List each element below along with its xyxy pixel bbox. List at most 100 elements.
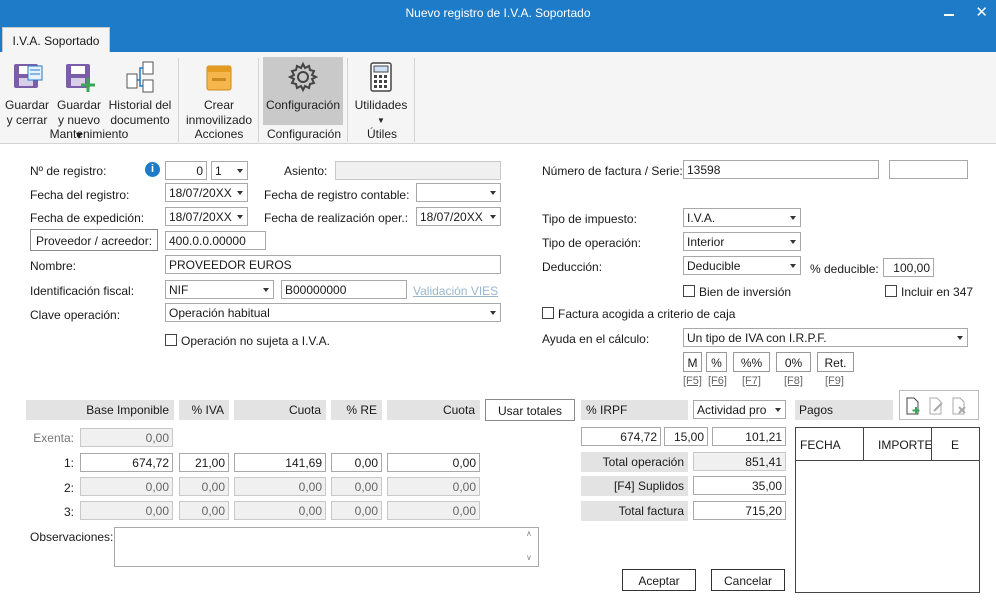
num-registro-input[interactable]: 0 (165, 161, 207, 180)
aceptar-button[interactable]: Aceptar (622, 569, 696, 591)
ayuda-calculo-select[interactable]: Un tipo de IVA con I.R.P.F. (683, 328, 968, 347)
proveedor-input[interactable]: 400.0.0.00000 (165, 231, 266, 250)
fecha-contable-label: Fecha de registro contable: (264, 188, 410, 202)
pct-iva-input[interactable]: 0,00 (179, 477, 229, 496)
calculator-icon (364, 60, 398, 94)
row-label: 3: (63, 505, 74, 519)
no-sujeta-checkbox[interactable] (165, 334, 177, 346)
observaciones-textarea[interactable] (114, 527, 539, 567)
base-imponible-input[interactable]: 0,00 (80, 477, 173, 496)
suplidos-input[interactable]: 35,00 (693, 476, 786, 495)
scroll-up-icon[interactable]: ∧ (526, 529, 532, 538)
pct-iva-input[interactable]: 0,00 (179, 501, 229, 520)
fecha-expedicion-value: 18/07/20XX (169, 210, 232, 224)
minimize-icon[interactable] (944, 4, 954, 16)
crear-inmovilizado-button[interactable]: Crear inmovilizado (184, 60, 254, 128)
edit-document-icon[interactable] (928, 397, 944, 415)
group-utiles: Útiles (366, 127, 397, 141)
save-new-icon (62, 60, 96, 94)
criterio-caja-checkbox[interactable] (542, 307, 554, 319)
irpf-cuota-input[interactable]: 101,21 (712, 427, 786, 446)
deduccion-select[interactable]: Deducible (683, 256, 801, 275)
tipo-impuesto-label: Tipo de impuesto: (542, 212, 637, 226)
actividad-select[interactable]: Actividad pro (693, 400, 786, 419)
guardar-cerrar-label-2: y cerrar (6, 113, 48, 127)
configuracion-button[interactable]: Configuración (263, 57, 343, 125)
fecha-realizacion-input[interactable]: 18/07/20XX (416, 207, 501, 226)
calc-ret-button[interactable]: Ret. (817, 352, 854, 372)
historial-documento-button[interactable]: Historial del documento (106, 60, 174, 128)
ribbon-separator (414, 58, 415, 142)
fecha-expedicion-label: Fecha de expedición: (30, 211, 145, 225)
configuracion-label: Configuración (265, 98, 341, 112)
fecha-realizacion-label: Fecha de realización oper.: (264, 211, 409, 225)
clave-operacion-select[interactable]: Operación habitual (165, 303, 501, 322)
irpf-base-input[interactable]: 674,72 (581, 427, 661, 446)
deduccion-value: Deducible (687, 259, 741, 273)
validacion-vies-link[interactable]: Validación VIES (413, 284, 498, 298)
incluir-347-checkbox[interactable] (885, 285, 897, 297)
calc-pct-button[interactable]: % (706, 352, 727, 372)
pagos-table[interactable]: FECHA IMPORTE E (795, 427, 980, 593)
usar-totales-button[interactable]: Usar totales (485, 399, 575, 421)
close-icon[interactable]: ✕ (975, 3, 988, 21)
chevron-down-icon (957, 336, 963, 340)
total-operacion-label: Total operación (581, 452, 688, 472)
chevron-down-icon (490, 191, 496, 195)
ident-value-input[interactable]: B00000000 (281, 280, 407, 299)
ribbon-separator (258, 58, 259, 142)
base-imponible-input[interactable]: 674,72 (80, 453, 173, 472)
cancelar-button[interactable]: Cancelar (711, 569, 785, 591)
pct-re-input[interactable]: 0,00 (331, 477, 382, 496)
pct-re-input[interactable]: 0,00 (331, 453, 382, 472)
ribbon-separator (178, 58, 179, 142)
cuota-re-input[interactable]: 0,00 (387, 477, 480, 496)
guardar-nuevo-label-1: Guardar (56, 98, 102, 112)
calc-zero-button[interactable]: 0% (776, 352, 811, 372)
tipo-impuesto-select[interactable]: I.V.A. (683, 208, 801, 227)
header-pct-irpf: % IRPF (581, 400, 688, 420)
cuota-input[interactable]: 141,69 (234, 453, 326, 472)
pct-deducible-input[interactable]: 100,00 (883, 258, 934, 277)
pagos-toolbar (899, 390, 979, 420)
cuota-re-input[interactable]: 0,00 (387, 453, 480, 472)
tipo-operacion-select[interactable]: Interior (683, 232, 801, 251)
tipo-impuesto-value: I.V.A. (687, 211, 716, 225)
irpf-pct-input[interactable]: 15,00 (664, 427, 708, 446)
total-factura-label: Total factura (581, 501, 688, 521)
cuota-re-input[interactable]: 0,00 (387, 501, 480, 520)
chevron-down-icon: ▼ (377, 116, 385, 125)
fecha-registro-label: Fecha del registro: (30, 188, 130, 202)
pagos-header-row: FECHA IMPORTE E (796, 428, 979, 461)
ayuda-calculo-value: Un tipo de IVA con I.R.P.F. (687, 331, 827, 345)
header-pct-re: % RE (331, 400, 382, 420)
calc-pctpct-button[interactable]: %% (733, 352, 770, 372)
add-document-icon[interactable] (905, 397, 921, 415)
fecha-registro-input[interactable]: 18/07/20XX (165, 183, 248, 202)
proveedor-acreedor-button[interactable]: Proveedor / acreedor: (30, 229, 158, 251)
info-icon[interactable]: i (145, 162, 160, 177)
utilidades-button[interactable]: Utilidades ▼ (352, 60, 410, 128)
cuota-input[interactable]: 0,00 (234, 477, 326, 496)
serie-input[interactable] (889, 160, 968, 179)
num-factura-label: Número de factura / Serie: (542, 164, 683, 178)
pct-re-input[interactable]: 0,00 (331, 501, 382, 520)
tab-iva-soportado[interactable]: I.V.A. Soportado (2, 27, 110, 52)
num-registro-series-select[interactable]: 1 (211, 161, 248, 180)
guardar-cerrar-button[interactable]: Guardar y cerrar (4, 60, 50, 128)
scroll-down-icon[interactable]: ∨ (526, 553, 532, 562)
crear-label-1: Crear (203, 98, 234, 112)
delete-document-icon[interactable] (951, 397, 967, 415)
cuota-input[interactable]: 0,00 (234, 501, 326, 520)
bien-inversion-checkbox[interactable] (683, 285, 695, 297)
num-factura-input[interactable]: 13598 (683, 160, 879, 179)
header-cuota: Cuota (234, 400, 326, 420)
fecha-expedicion-input[interactable]: 18/07/20XX (165, 207, 248, 226)
pct-iva-input[interactable]: 21,00 (179, 453, 229, 472)
calc-m-button[interactable]: M (683, 352, 702, 372)
title-bar: Nuevo registro de I.V.A. Soportado ✕ (0, 0, 996, 26)
nombre-input[interactable]: PROVEEDOR EUROS (165, 255, 501, 274)
ident-type-select[interactable]: NIF (165, 280, 274, 299)
base-imponible-input[interactable]: 0,00 (80, 501, 173, 520)
fecha-contable-input[interactable] (416, 183, 501, 202)
